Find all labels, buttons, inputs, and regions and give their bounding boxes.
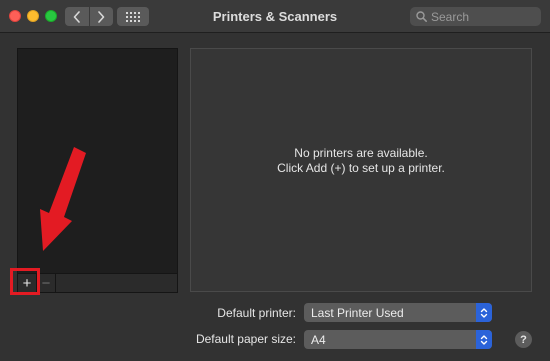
- search-field[interactable]: [410, 7, 541, 26]
- empty-state-line-2: Click Add (+) to set up a printer.: [277, 161, 445, 175]
- empty-state-message: No printers are available. Click Add (+)…: [191, 146, 531, 176]
- default-printer-value: Last Printer Used: [311, 305, 404, 320]
- empty-state-line-1: No printers are available.: [294, 146, 428, 160]
- search-icon: [416, 11, 427, 22]
- stepper-icon: [476, 303, 492, 322]
- printer-list-toolbar: + −: [17, 274, 178, 293]
- annotation-highlight-box: [10, 268, 40, 295]
- default-paper-size-value: A4: [311, 332, 326, 347]
- default-printer-select[interactable]: Last Printer Used: [304, 303, 492, 322]
- help-button[interactable]: ?: [515, 331, 532, 348]
- arrow-icon: [40, 147, 86, 251]
- stepper-icon: [476, 330, 492, 349]
- default-paper-size-select[interactable]: A4: [304, 330, 492, 349]
- default-paper-size-label: Default paper size:: [195, 332, 296, 346]
- default-printer-label: Default printer:: [217, 306, 296, 320]
- search-input[interactable]: [431, 9, 531, 24]
- title-bar: Printers & Scanners: [0, 0, 550, 33]
- printer-detail-panel: No printers are available. Click Add (+)…: [190, 48, 532, 292]
